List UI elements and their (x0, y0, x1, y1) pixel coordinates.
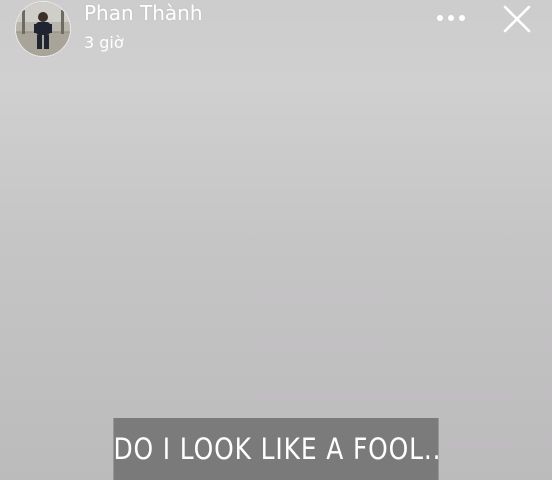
more-options-button[interactable] (430, 4, 472, 32)
close-icon (503, 5, 531, 33)
story-header: Phan Thành 3 giờ (0, 0, 552, 60)
more-dots-icon (437, 15, 465, 21)
avatar-photo (16, 2, 70, 56)
story-viewer[interactable]: Phan Thành 3 giờ DO I LOOK LIKE A FOOL.. (0, 0, 552, 480)
story-caption: DO I LOOK LIKE A FOOL.. (113, 418, 439, 480)
close-story-button[interactable] (498, 0, 536, 38)
author-avatar[interactable] (16, 2, 70, 56)
author-name[interactable]: Phan Thành (84, 1, 203, 25)
story-timestamp: 3 giờ (84, 33, 124, 52)
